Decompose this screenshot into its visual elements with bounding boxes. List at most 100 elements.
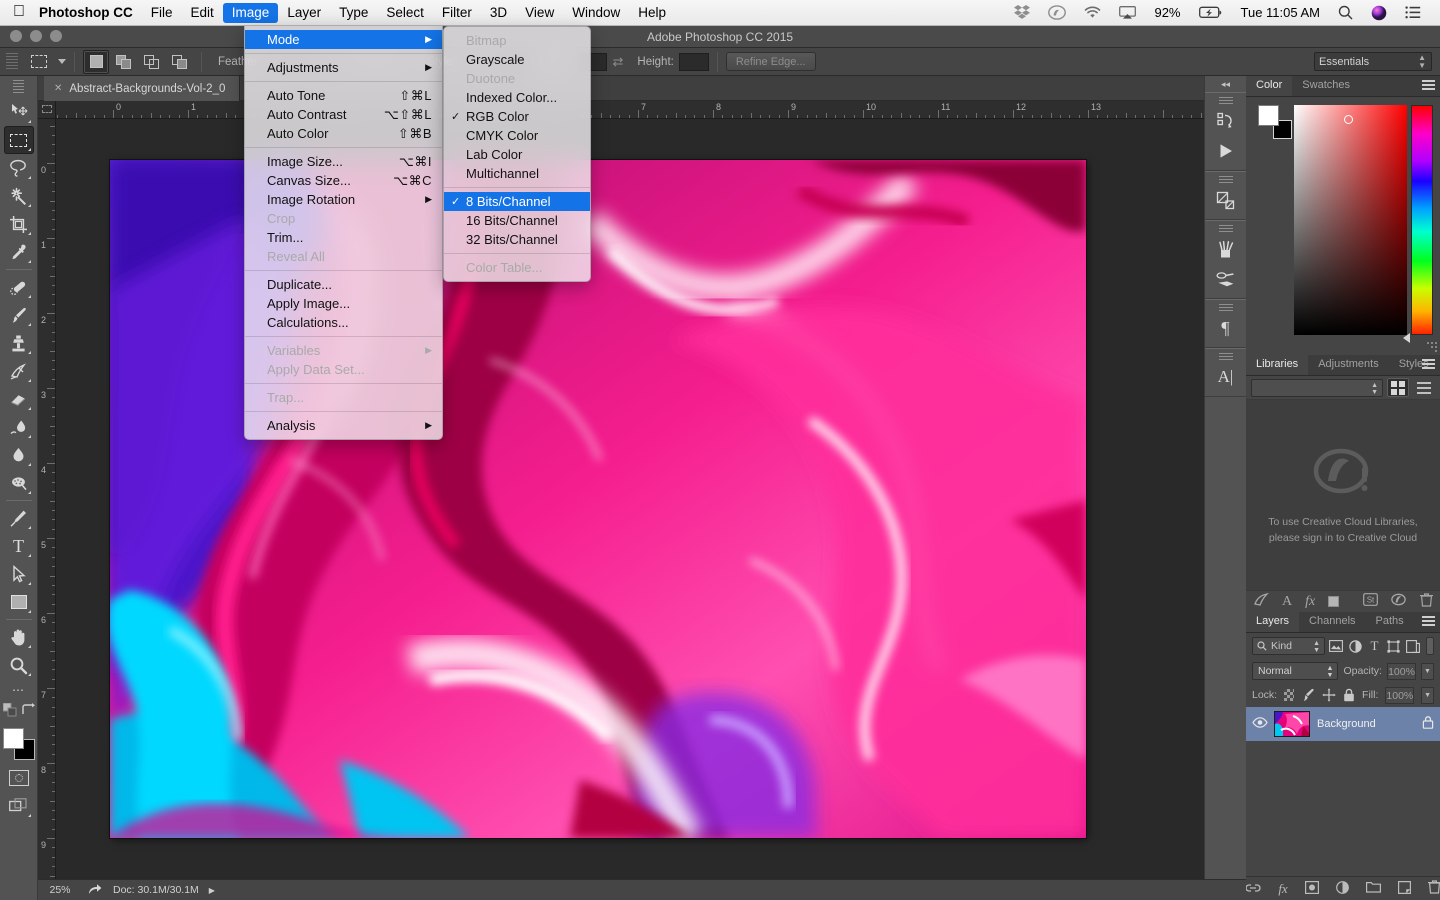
panel-menu-icon[interactable] — [1422, 616, 1435, 631]
options-bar-grip[interactable] — [6, 53, 18, 71]
color-chips[interactable] — [3, 728, 35, 760]
menu-select[interactable]: Select — [377, 3, 433, 23]
spot-healing-brush-tool[interactable] — [4, 273, 34, 301]
refine-edge-button[interactable]: Refine Edge... — [726, 52, 816, 71]
lock-image-pixels-icon[interactable] — [1301, 688, 1315, 702]
image-menu-item-mode[interactable]: Mode▶ — [245, 30, 442, 49]
creative-cloud-icon[interactable] — [1039, 0, 1075, 26]
share-icon[interactable] — [82, 883, 108, 898]
filter-toggle-switch[interactable] — [1426, 637, 1434, 655]
blend-mode-select[interactable]: Normal ▲▼ — [1252, 662, 1338, 680]
gradient-tool[interactable] — [4, 413, 34, 441]
dodge-tool[interactable] — [4, 469, 34, 497]
new-adjustment-layer-icon[interactable] — [1336, 881, 1349, 897]
new-group-icon[interactable] — [1366, 881, 1381, 896]
hue-slider-thumb[interactable] — [1403, 333, 1410, 343]
menu-window[interactable]: Window — [563, 3, 629, 23]
battery-charging-icon[interactable] — [1190, 0, 1232, 26]
grid-view-icon[interactable] — [1387, 378, 1409, 397]
magic-wand-tool[interactable] — [4, 182, 34, 210]
menu-3d[interactable]: 3D — [481, 3, 516, 23]
add-graphic-icon[interactable] — [1253, 593, 1269, 610]
quick-mask-icon[interactable] — [4, 764, 34, 792]
tools-panel-grip[interactable] — [13, 80, 24, 94]
lock-icon[interactable] — [1422, 715, 1434, 734]
menu-type[interactable]: Type — [330, 3, 377, 23]
panel-resize-grip[interactable] — [1427, 342, 1437, 352]
dropbox-icon[interactable] — [1005, 0, 1039, 26]
panel-menu-icon[interactable] — [1422, 359, 1435, 374]
history-panel-icon[interactable] — [1209, 106, 1243, 136]
filter-pixel-icon[interactable] — [1328, 637, 1344, 655]
spotlight-search-icon[interactable] — [1329, 0, 1362, 26]
image-menu-item-image-size[interactable]: Image Size...⌥⌘I — [245, 152, 442, 171]
hand-tool[interactable] — [4, 623, 34, 651]
image-menu-item-auto-tone[interactable]: Auto Tone⇧⌘L — [245, 86, 442, 105]
layer-name[interactable]: Background — [1317, 718, 1415, 730]
layer-filter-kind-select[interactable]: Kind ▲▼ — [1252, 637, 1325, 655]
add-text-style-icon[interactable]: A — [1282, 594, 1292, 610]
intersect-with-selection-button[interactable] — [167, 50, 193, 74]
type-tool[interactable]: T — [4, 532, 34, 560]
close-window-button[interactable] — [10, 30, 22, 42]
mode-menu-item-indexed-color[interactable]: Indexed Color... — [444, 88, 590, 107]
image-menu-dropdown[interactable]: Mode▶Adjustments▶Auto Tone⇧⌘LAuto Contra… — [244, 25, 443, 440]
swap-colors-icon[interactable] — [21, 703, 35, 722]
opacity-chevron-down-icon[interactable]: ▼ — [1421, 663, 1434, 680]
menu-image[interactable]: Image — [223, 3, 279, 23]
layer-comps-panel-icon[interactable] — [1209, 185, 1243, 215]
brush-tool[interactable] — [4, 301, 34, 329]
filter-smart-object-icon[interactable] — [1405, 637, 1421, 655]
hue-slider[interactable] — [1411, 105, 1433, 335]
menu-photoshop-cc[interactable]: Photoshop CC — [39, 3, 142, 23]
height-input[interactable] — [679, 53, 709, 71]
list-view-icon[interactable] — [1413, 378, 1435, 397]
rectangular-marquee-icon[interactable] — [26, 51, 52, 73]
lasso-tool[interactable] — [4, 154, 34, 182]
eye-icon[interactable] — [1252, 717, 1267, 731]
maximize-window-button[interactable] — [50, 30, 62, 42]
tool-preset-chevron-down-icon[interactable] — [58, 59, 66, 64]
filter-adjustment-icon[interactable] — [1347, 637, 1363, 655]
dock-group-grip[interactable] — [1219, 176, 1233, 183]
menu-help[interactable]: Help — [629, 3, 675, 23]
image-menu-item-calculations[interactable]: Calculations... — [245, 313, 442, 332]
tab-adjustments[interactable]: Adjustments — [1308, 354, 1389, 375]
delete-layer-icon[interactable] — [1428, 880, 1440, 897]
path-selection-tool[interactable] — [4, 560, 34, 588]
brush-presets-panel-icon[interactable] — [1209, 264, 1243, 294]
mode-menu-item-16-bits-channel[interactable]: 16 Bits/Channel — [444, 211, 590, 230]
image-menu-item-analysis[interactable]: Analysis▶ — [245, 416, 442, 435]
lock-position-icon[interactable] — [1322, 688, 1336, 702]
search-adobe-stock-icon[interactable]: St — [1363, 593, 1378, 610]
add-layer-mask-icon[interactable] — [1305, 881, 1319, 897]
vertical-ruler[interactable]: 0123456789 — [38, 119, 56, 879]
pen-tool[interactable] — [4, 504, 34, 532]
opacity-value[interactable]: 100% — [1387, 663, 1416, 680]
image-menu-item-image-rotation[interactable]: Image Rotation▶ — [245, 190, 442, 209]
tab-swatches[interactable]: Swatches — [1292, 75, 1360, 96]
tab-libraries[interactable]: Libraries — [1246, 354, 1308, 375]
link-layers-icon[interactable] — [1245, 882, 1261, 896]
move-tool[interactable] — [4, 98, 34, 126]
tab-layers[interactable]: Layers — [1246, 611, 1299, 632]
new-selection-button[interactable] — [83, 50, 109, 74]
dock-group-grip[interactable] — [1219, 225, 1233, 232]
dock-group-grip[interactable] — [1219, 304, 1233, 311]
lock-all-icon[interactable] — [1343, 688, 1355, 702]
menu-filter[interactable]: Filter — [433, 3, 481, 23]
blur-tool[interactable] — [4, 441, 34, 469]
menu-view[interactable]: View — [516, 3, 563, 23]
tab-color[interactable]: Color — [1246, 75, 1292, 96]
table-row[interactable]: Background — [1246, 707, 1440, 741]
horizontal-ruler[interactable]: 012345678910111213 — [56, 101, 1246, 119]
mode-menu-item-multichannel[interactable]: Multichannel — [444, 164, 590, 183]
wifi-icon[interactable] — [1075, 0, 1110, 26]
notification-center-icon[interactable] — [1396, 0, 1430, 26]
mode-menu-item-grayscale[interactable]: Grayscale — [444, 50, 590, 69]
add-to-selection-button[interactable] — [111, 50, 137, 74]
mode-menu-item-rgb-color[interactable]: ✓RGB Color — [444, 107, 590, 126]
minimize-window-button[interactable] — [30, 30, 42, 42]
siri-icon[interactable] — [1362, 0, 1396, 26]
image-menu-item-apply-image[interactable]: Apply Image... — [245, 294, 442, 313]
